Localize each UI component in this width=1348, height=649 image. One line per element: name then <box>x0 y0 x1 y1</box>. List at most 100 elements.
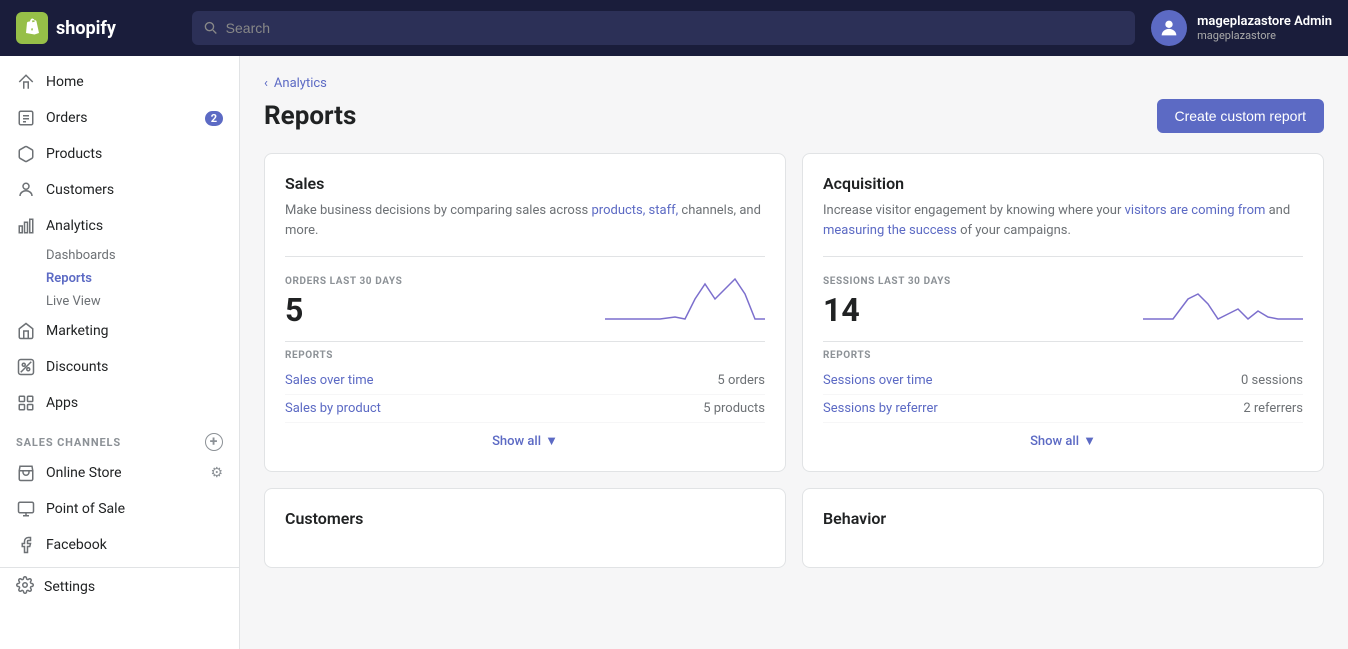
shopify-logo-icon <box>16 12 48 44</box>
sales-card: Sales Make business decisions by compari… <box>264 153 786 472</box>
sidebar-sub-live-view[interactable]: Live View <box>0 290 239 313</box>
search-input[interactable] <box>226 20 1123 36</box>
sidebar-item-settings[interactable]: Settings <box>0 567 239 606</box>
sales-by-product-count: 5 products <box>703 401 765 416</box>
sidebar-item-analytics[interactable]: Analytics <box>0 208 239 244</box>
sidebar-item-facebook[interactable]: Facebook <box>0 527 239 563</box>
main-content: ‹ Analytics Reports Create custom report… <box>240 56 1348 649</box>
orders-icon <box>16 108 36 128</box>
user-store: mageplazastore <box>1197 29 1332 42</box>
analytics-icon <box>16 216 36 236</box>
sidebar-label-home: Home <box>46 74 84 90</box>
sidebar-label-settings: Settings <box>44 579 95 595</box>
search-bar[interactable] <box>192 11 1135 45</box>
sales-channels-section: SALES CHANNELS + <box>0 421 239 455</box>
settings-icon <box>16 576 34 598</box>
apps-icon <box>16 393 36 413</box>
customers-card: Customers <box>264 488 786 568</box>
customers-icon <box>16 180 36 200</box>
acquisition-metric-section: SESSIONS LAST 30 DAYS 14 <box>823 256 1303 329</box>
sidebar-item-products[interactable]: Products <box>0 136 239 172</box>
cards-grid: Sales Make business decisions by compari… <box>264 153 1324 568</box>
user-area: mageplazastore Admin mageplazastore <box>1151 10 1332 46</box>
online-store-icon <box>16 463 36 483</box>
sidebar-item-apps[interactable]: Apps <box>0 385 239 421</box>
sidebar-label-orders: Orders <box>46 110 88 126</box>
sidebar-item-marketing[interactable]: Marketing <box>0 313 239 349</box>
marketing-icon <box>16 321 36 341</box>
sidebar-item-customers[interactable]: Customers <box>0 172 239 208</box>
chevron-left-icon: ‹ <box>264 76 268 91</box>
sidebar-item-discounts[interactable]: Discounts <box>0 349 239 385</box>
user-name: mageplazastore Admin <box>1197 14 1332 29</box>
sales-over-time-count: 5 orders <box>717 373 765 388</box>
acquisition-metric-value: 14 <box>823 291 951 329</box>
sales-metric-label: ORDERS LAST 30 DAYS <box>285 276 402 287</box>
sidebar-sub-reports[interactable]: Reports <box>0 267 239 290</box>
sales-channels-title: SALES CHANNELS <box>16 436 121 449</box>
sidebar-label-customers: Customers <box>46 182 114 198</box>
customers-card-title: Customers <box>285 509 765 528</box>
discounts-icon <box>16 357 36 377</box>
behavior-card-title: Behavior <box>823 509 1303 528</box>
sidebar-item-orders[interactable]: Orders 2 <box>0 100 239 136</box>
acquisition-reports-section: REPORTS Sessions over time 0 sessions Se… <box>823 341 1303 451</box>
page-title: Reports <box>264 101 356 131</box>
sidebar-label-facebook: Facebook <box>46 537 107 553</box>
acquisition-card-desc: Increase visitor engagement by knowing w… <box>823 201 1303 240</box>
sidebar-label-products: Products <box>46 146 102 162</box>
sales-show-all-button[interactable]: Show all ▼ <box>285 423 765 451</box>
sales-metric-value: 5 <box>285 291 402 329</box>
avatar <box>1151 10 1187 46</box>
sales-reports-label: REPORTS <box>285 350 765 361</box>
topnav: shopify mageplazastore Admin mageplazast… <box>0 0 1348 56</box>
sidebar-item-point-of-sale[interactable]: Point of Sale <box>0 491 239 527</box>
sales-by-product-link[interactable]: Sales by product <box>285 401 381 416</box>
behavior-card: Behavior <box>802 488 1324 568</box>
sales-sparkline <box>414 269 765 329</box>
sidebar: Home Orders 2 Products Customers <box>0 56 240 649</box>
sessions-over-time-count: 0 sessions <box>1241 373 1303 388</box>
sales-report-row-0: Sales over time 5 orders <box>285 367 765 395</box>
add-sales-channel-button[interactable]: + <box>205 433 223 451</box>
breadcrumb-label: Analytics <box>274 76 327 91</box>
acquisition-show-all-button[interactable]: Show all ▼ <box>823 423 1303 451</box>
sales-card-title: Sales <box>285 174 765 193</box>
acquisition-sparkline <box>963 269 1303 329</box>
search-icon <box>204 21 218 35</box>
logo[interactable]: shopify <box>16 12 176 44</box>
acquisition-metric-label: SESSIONS LAST 30 DAYS <box>823 276 951 287</box>
acquisition-card-title: Acquisition <box>823 174 1303 193</box>
sidebar-label-marketing: Marketing <box>46 323 109 339</box>
chevron-down-icon: ▼ <box>545 433 558 449</box>
sidebar-label-apps: Apps <box>46 395 78 411</box>
sidebar-label-point-of-sale: Point of Sale <box>46 501 125 517</box>
sidebar-label-discounts: Discounts <box>46 359 108 375</box>
sales-card-desc: Make business decisions by comparing sal… <box>285 201 765 240</box>
sessions-over-time-link[interactable]: Sessions over time <box>823 373 932 388</box>
acquisition-card: Acquisition Increase visitor engagement … <box>802 153 1324 472</box>
orders-badge: 2 <box>205 111 223 126</box>
chevron-down-icon-2: ▼ <box>1083 433 1096 449</box>
sidebar-label-analytics: Analytics <box>46 218 103 234</box>
point-of-sale-icon <box>16 499 36 519</box>
sales-over-time-link[interactable]: Sales over time <box>285 373 374 388</box>
sessions-by-referrer-link[interactable]: Sessions by referrer <box>823 401 938 416</box>
sales-report-row-1: Sales by product 5 products <box>285 395 765 423</box>
sidebar-label-online-store: Online Store <box>46 465 122 481</box>
logo-text: shopify <box>56 18 116 39</box>
home-icon <box>16 72 36 92</box>
sessions-by-referrer-count: 2 referrers <box>1243 401 1303 416</box>
user-info: mageplazastore Admin mageplazastore <box>1197 14 1332 42</box>
sales-metric-section: ORDERS LAST 30 DAYS 5 <box>285 256 765 329</box>
acquisition-report-row-0: Sessions over time 0 sessions <box>823 367 1303 395</box>
acquisition-report-row-1: Sessions by referrer 2 referrers <box>823 395 1303 423</box>
sidebar-item-home[interactable]: Home <box>0 64 239 100</box>
sidebar-item-online-store[interactable]: Online Store ⚙ <box>0 455 239 491</box>
create-custom-report-button[interactable]: Create custom report <box>1157 99 1325 133</box>
sidebar-sub-dashboards[interactable]: Dashboards <box>0 244 239 267</box>
facebook-icon <box>16 535 36 555</box>
products-icon <box>16 144 36 164</box>
breadcrumb[interactable]: ‹ Analytics <box>264 76 1324 91</box>
acquisition-reports-label: REPORTS <box>823 350 1303 361</box>
